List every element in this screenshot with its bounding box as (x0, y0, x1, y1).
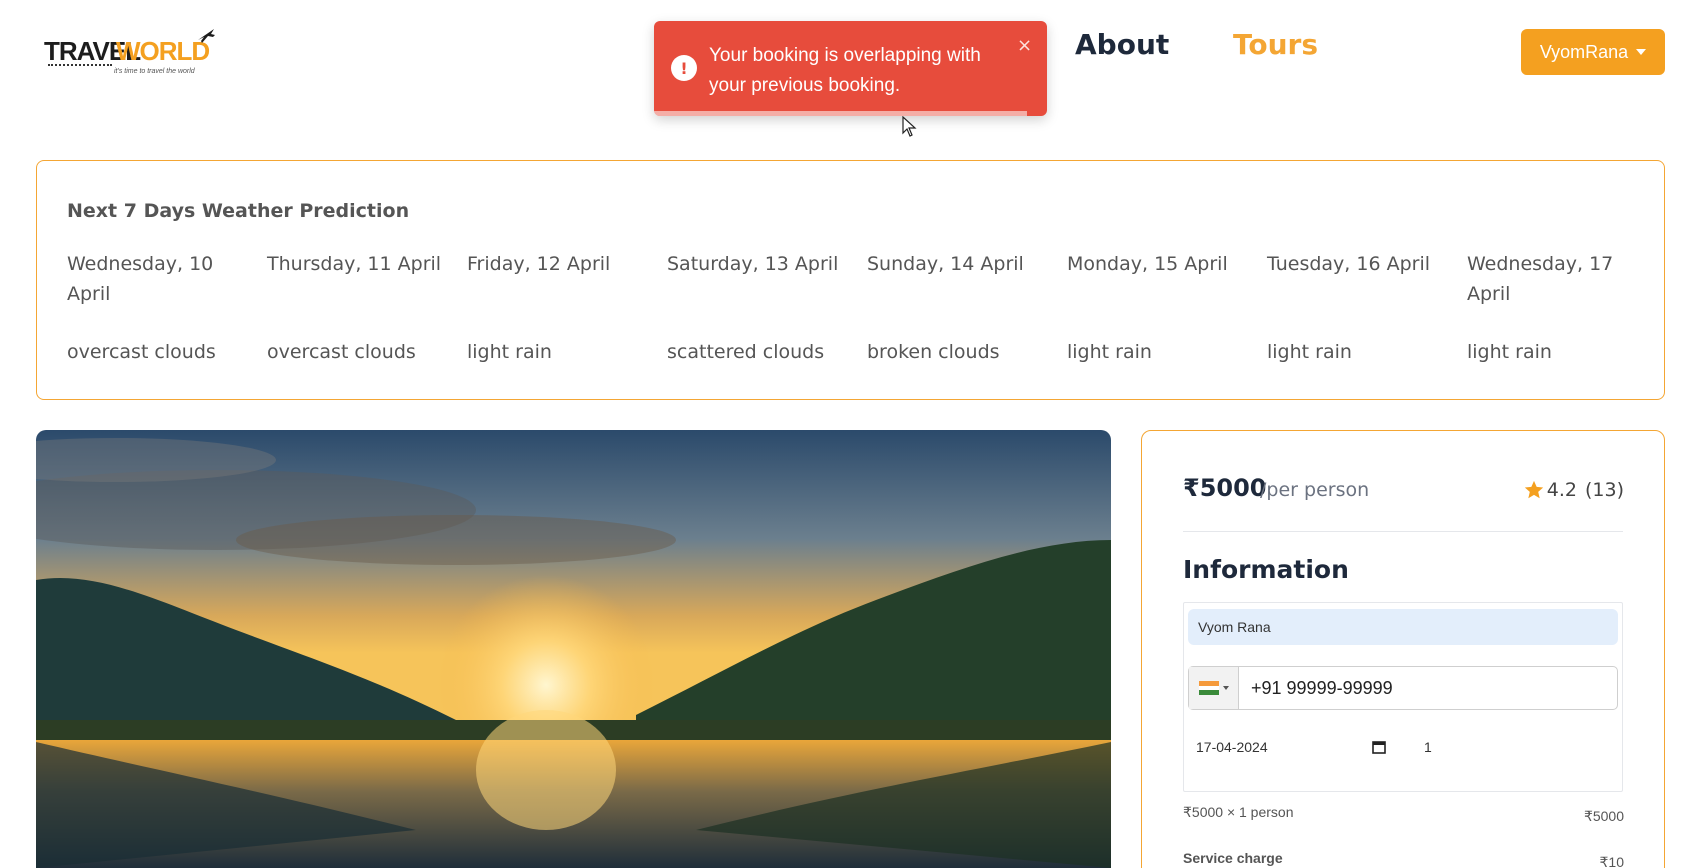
caret-down-icon (1222, 686, 1229, 690)
service-charge-label: Service charge (1183, 850, 1283, 866)
price-breakdown-label: ₹5000 × 1 person (1183, 804, 1294, 820)
price-unit: /per person (1260, 479, 1370, 501)
price-breakdown-value: ₹5000 (1583, 808, 1624, 824)
rating: 4.2 (13) (1523, 479, 1624, 501)
phone-field (1188, 666, 1618, 710)
booking-form (1183, 602, 1623, 792)
nav-about-link[interactable]: About (1075, 28, 1169, 61)
toast-message: Your booking is overlapping with your pr… (709, 45, 981, 96)
user-name: VyomRana (1539, 41, 1629, 62)
calendar-icon[interactable] (1372, 740, 1386, 754)
weather-day-condition: light rain (467, 341, 552, 363)
nav-tours-link[interactable]: Tours (1233, 28, 1318, 61)
review-count: (13) (1584, 479, 1624, 501)
mouse-cursor-icon (902, 116, 917, 137)
india-flag-icon (1198, 681, 1219, 696)
logo-tagline: it's time to travel the world (114, 68, 195, 75)
weather-day-date: Monday, 15 April (1067, 253, 1228, 275)
information-heading: Information (1183, 555, 1349, 584)
weather-day-date: Wednesday, 10 April (67, 253, 214, 305)
travelworld-logo[interactable]: TRAVEL WORLD it's time to travel the wor… (44, 26, 234, 82)
service-charge-value: ₹10 (1599, 854, 1624, 868)
weather-day-condition: light rain (1067, 341, 1152, 363)
weather-day-condition: overcast clouds (67, 341, 216, 363)
airplane-icon (198, 29, 215, 43)
weather-day-condition: light rain (1467, 341, 1552, 363)
date-input[interactable] (1196, 739, 1386, 755)
error-toast: ! Your booking is overlapping with your … (654, 21, 1047, 116)
price-value: ₹5000 (1183, 474, 1267, 502)
weather-day-condition: overcast clouds (267, 341, 416, 363)
caret-down-icon (1636, 49, 1647, 55)
rating-value: 4.2 (1546, 479, 1577, 501)
weather-day-date: Friday, 12 April (467, 253, 611, 275)
error-icon: ! (671, 55, 697, 81)
tour-hero-image (36, 430, 1111, 868)
weather-day-date: Saturday, 13 April (667, 253, 839, 275)
guest-count-input[interactable] (1424, 739, 1484, 755)
booking-card: ₹5000 /per person 4.2 (13) Information V… (1141, 430, 1665, 868)
weather-panel: Next 7 Days Weather Prediction Wednesday… (36, 160, 1665, 400)
weather-day-date: Sunday, 14 April (867, 253, 1024, 275)
weather-title: Next 7 Days Weather Prediction (67, 200, 410, 222)
weather-day-date: Wednesday, 17 April (1467, 253, 1614, 305)
weather-day-date: Thursday, 11 April (267, 253, 442, 275)
phone-input[interactable] (1239, 667, 1617, 709)
weather-day-date: Tuesday, 16 April (1267, 253, 1431, 275)
toast-progress-bar (654, 111, 1027, 116)
country-code-selector[interactable] (1189, 667, 1239, 709)
star-icon (1524, 480, 1543, 499)
close-icon[interactable]: × (1017, 35, 1032, 56)
weather-day-condition: light rain (1267, 341, 1352, 363)
user-menu-button[interactable]: VyomRana (1521, 29, 1665, 75)
logo-path-dots (48, 64, 112, 66)
weather-day-condition: scattered clouds (667, 341, 825, 363)
full-name-input[interactable] (1188, 609, 1618, 645)
weather-day-condition: broken clouds (867, 341, 1000, 363)
divider (1183, 531, 1623, 532)
